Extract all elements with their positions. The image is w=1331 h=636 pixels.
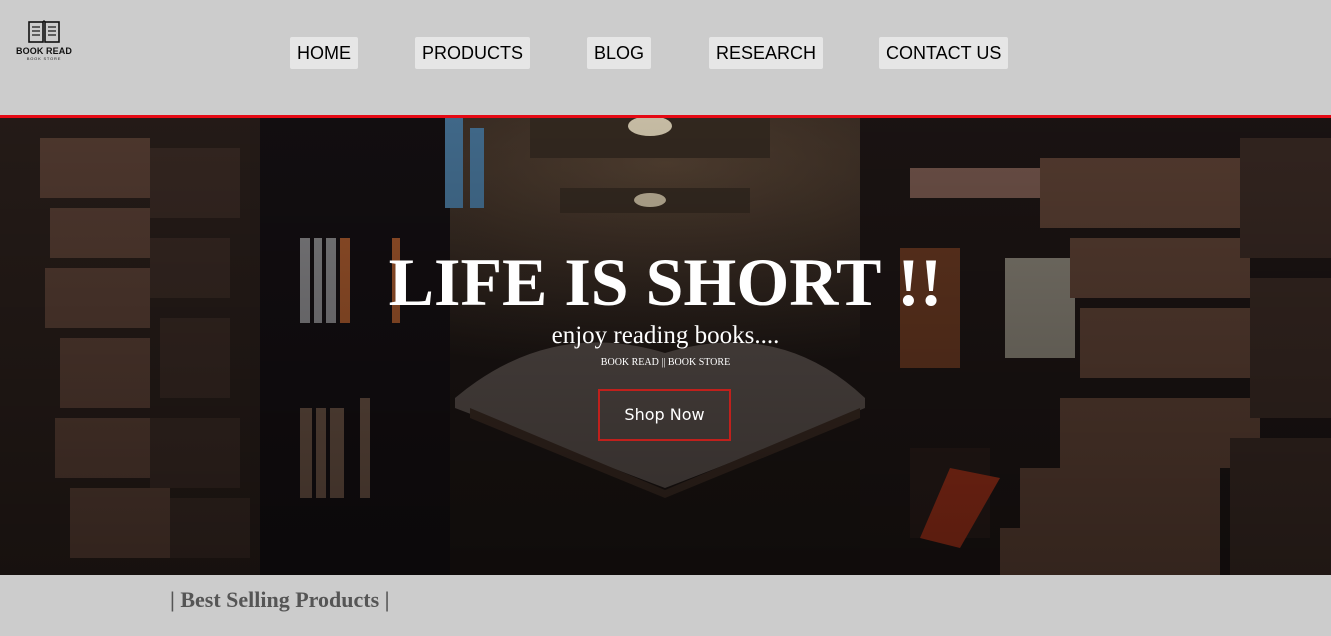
nav-item-products[interactable]: PRODUCTS: [415, 37, 531, 69]
hero-subtitle: enjoy reading books....: [551, 322, 780, 349]
open-book-icon: [28, 20, 60, 43]
logo-subtitle: BOOK STORE: [26, 56, 62, 61]
hero-tagline: BOOK READ || BOOK STORE: [600, 357, 731, 368]
nav-item-research[interactable]: RESEARCH: [709, 37, 824, 69]
site-header: BOOK READ BOOK STORE HOME PRODUCTS BLOG …: [0, 0, 1331, 118]
logo-title: BOOK READ: [16, 46, 72, 56]
hero-title: LIFE IS SHORT !!: [388, 244, 943, 320]
logo[interactable]: BOOK READ BOOK STORE: [10, 20, 78, 70]
best-selling-heading: | Best Selling Products |: [170, 587, 390, 612]
nav-item-home[interactable]: HOME: [290, 37, 358, 69]
hero-banner: LIFE IS SHORT !! enjoy reading books....…: [0, 118, 1331, 575]
shop-now-button[interactable]: Shop Now: [598, 389, 731, 441]
nav-item-contact-us[interactable]: CONTACT US: [879, 37, 1009, 69]
nav-item-blog[interactable]: BLOG: [587, 37, 652, 69]
